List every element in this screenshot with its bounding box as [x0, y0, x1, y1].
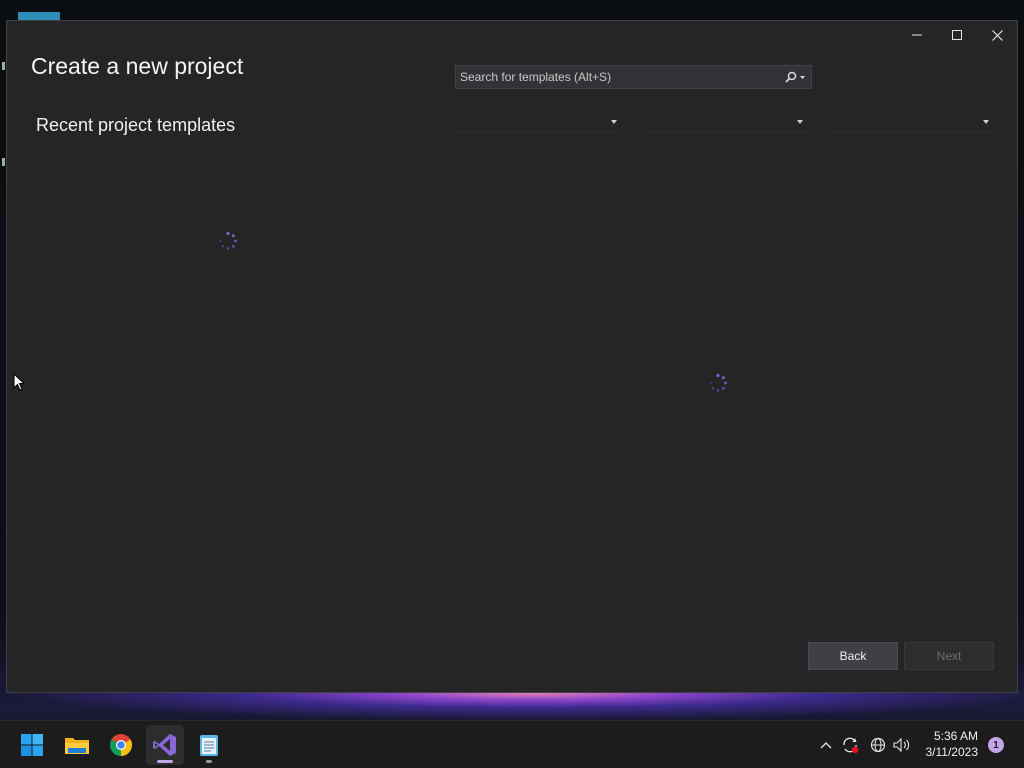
create-project-dialog: Create a new project Recent project temp… [6, 20, 1018, 693]
network-tray-button[interactable] [868, 721, 888, 768]
template-search-box[interactable] [455, 65, 812, 89]
chevron-down-icon [611, 120, 617, 124]
mouse-cursor-icon [13, 373, 25, 391]
language-filter-dropdown[interactable] [457, 113, 621, 132]
system-clock[interactable]: 5:36 AM 3/11/2023 [926, 728, 979, 760]
background-window-edge [2, 158, 5, 166]
visual-studio-icon [153, 734, 176, 756]
notification-badge[interactable]: 1 [988, 737, 1004, 753]
clock-date: 3/11/2023 [925, 745, 979, 759]
search-icon [785, 71, 805, 83]
minimize-icon[interactable] [897, 21, 937, 49]
sync-tray-button[interactable] [840, 721, 860, 768]
next-button[interactable]: Next [904, 642, 994, 670]
taskbar: 5:36 AM 3/11/2023 1 [0, 720, 1024, 768]
sync-icon [843, 737, 859, 754]
visual-studio-button[interactable] [146, 725, 184, 765]
chrome-icon [110, 734, 132, 756]
recent-templates-heading: Recent project templates [36, 115, 236, 135]
volume-tray-button[interactable] [892, 721, 912, 768]
network-icon [870, 737, 886, 753]
active-app-indicator [157, 760, 173, 763]
running-app-indicator [206, 760, 212, 763]
platform-filter-dropdown[interactable] [645, 113, 807, 132]
search-input[interactable] [456, 65, 781, 89]
search-options-button[interactable] [781, 66, 811, 88]
window-controls [897, 21, 1017, 49]
recent-templates-loading-spinner [219, 232, 237, 250]
close-icon[interactable] [977, 21, 1017, 49]
desktop-app-icon[interactable] [18, 12, 60, 20]
chevron-up-icon [820, 742, 832, 749]
chrome-button[interactable] [102, 725, 140, 765]
background-window-edge [2, 62, 5, 70]
maximize-icon[interactable] [937, 21, 977, 49]
chevron-down-icon [797, 120, 803, 124]
clock-time: 5:36 AM [933, 729, 978, 743]
chevron-down-icon [983, 120, 989, 124]
project-type-filter-dropdown[interactable] [831, 113, 993, 132]
start-button[interactable] [13, 725, 51, 765]
show-hidden-icons-button[interactable] [816, 721, 836, 768]
back-button[interactable]: Back [808, 642, 898, 670]
windows-logo-icon [21, 734, 43, 756]
volume-icon [893, 737, 910, 753]
folder-icon [65, 738, 89, 754]
file-explorer-button[interactable] [58, 725, 96, 765]
page-title: Create a new project [31, 53, 244, 79]
desktop-wallpaper-glow [0, 690, 1024, 720]
notepad-icon [200, 735, 218, 756]
all-templates-loading-spinner [709, 374, 727, 392]
notepad-button[interactable] [190, 725, 228, 765]
